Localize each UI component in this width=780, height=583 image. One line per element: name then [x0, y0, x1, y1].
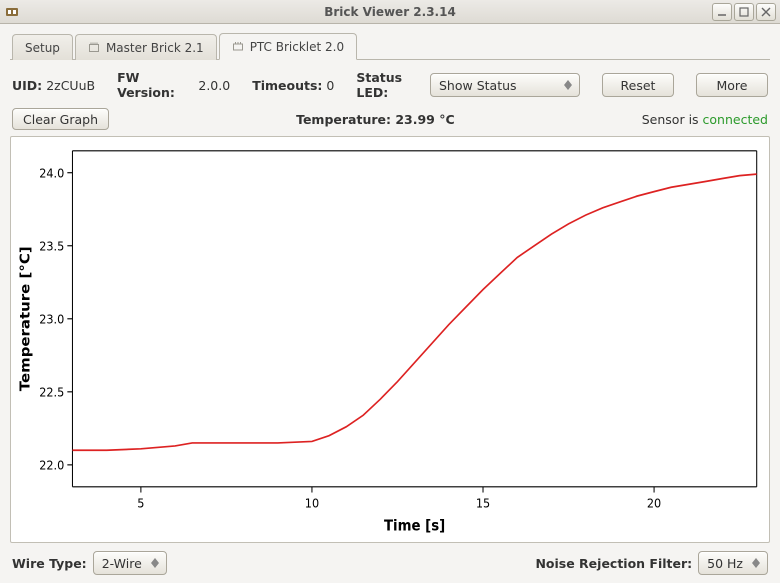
- uid-value: 2zCUuB: [46, 78, 95, 93]
- svg-text:22.0: 22.0: [39, 458, 64, 473]
- uid-label: UID:: [12, 78, 42, 93]
- noise-filter-select[interactable]: 50 Hz: [698, 551, 768, 575]
- status-led-label: Status LED:: [356, 70, 424, 100]
- tab-label: Master Brick 2.1: [106, 41, 204, 55]
- svg-text:24.0: 24.0: [39, 166, 64, 181]
- graph-header-row: Clear Graph Temperature: 23.99 °C Sensor…: [10, 108, 770, 136]
- svg-text:23.5: 23.5: [39, 239, 64, 254]
- button-label: Clear Graph: [23, 112, 98, 127]
- tab-ptc-bricklet[interactable]: PTC Bricklet 2.0: [219, 33, 357, 60]
- svg-text:20: 20: [647, 496, 661, 511]
- button-label: More: [717, 78, 748, 93]
- titlebar[interactable]: Brick Viewer 2.3.14: [0, 0, 780, 24]
- more-button[interactable]: More: [696, 73, 768, 97]
- content: Setup Master Brick 2.1 PTC Bricklet 2.0 …: [0, 24, 780, 583]
- app-icon: [4, 4, 20, 20]
- noise-filter-label: Noise Rejection Filter:: [535, 556, 692, 571]
- noise-filter-value: 50 Hz: [707, 556, 743, 571]
- timeouts-value: 0: [326, 78, 334, 93]
- window-title: Brick Viewer 2.3.14: [0, 5, 780, 19]
- status-led-value: Show Status: [439, 78, 555, 93]
- bottom-bar: Wire Type: 2-Wire Noise Rejection Filter…: [10, 543, 770, 575]
- close-button[interactable]: [756, 3, 776, 21]
- window-buttons: [712, 3, 776, 21]
- app-window: Brick Viewer 2.3.14 Setup Master Brick 2…: [0, 0, 780, 583]
- tab-label: Setup: [25, 41, 60, 55]
- temperature-chart: 22.0 22.5 23.0 23.5 24.0 5 10 15 20 Time [s] Tempe…: [10, 136, 770, 543]
- tab-master-brick[interactable]: Master Brick 2.1: [75, 34, 217, 60]
- uid-field: UID: 2zCUuB: [12, 78, 95, 93]
- svg-text:Temperature [°C]: Temperature [°C]: [18, 246, 33, 391]
- bricklet-icon: [232, 41, 244, 53]
- svg-text:23.0: 23.0: [39, 312, 64, 327]
- wiretype-select[interactable]: 2-Wire: [93, 551, 167, 575]
- clear-graph-button[interactable]: Clear Graph: [12, 108, 109, 130]
- svg-text:5: 5: [137, 496, 144, 511]
- minimize-button[interactable]: [712, 3, 732, 21]
- fw-version-field: FW Version: 2.0.0: [117, 70, 230, 100]
- temperature-readout: Temperature: 23.99 °C: [109, 112, 642, 127]
- button-label: Reset: [621, 78, 656, 93]
- sensor-status-value: connected: [703, 112, 768, 127]
- tab-setup[interactable]: Setup: [12, 34, 73, 60]
- maximize-button[interactable]: [734, 3, 754, 21]
- brick-icon: [88, 42, 100, 54]
- svg-text:22.5: 22.5: [39, 385, 64, 400]
- svg-text:15: 15: [476, 496, 490, 511]
- dropdown-arrows-icon: [148, 558, 162, 568]
- dropdown-arrows-icon: [749, 558, 763, 568]
- fw-value: 2.0.0: [198, 78, 230, 93]
- svg-text:Time [s]: Time [s]: [384, 518, 445, 535]
- status-led-field: Status LED: Show Status: [356, 70, 580, 100]
- tab-label: PTC Bricklet 2.0: [250, 40, 344, 54]
- wiretype-label: Wire Type:: [12, 556, 87, 571]
- timeouts-label: Timeouts:: [252, 78, 322, 93]
- status-led-select[interactable]: Show Status: [430, 73, 580, 97]
- reset-button[interactable]: Reset: [602, 73, 674, 97]
- sensor-status: Sensor is connected: [642, 112, 768, 127]
- info-row: UID: 2zCUuB FW Version: 2.0.0 Timeouts: …: [10, 60, 770, 108]
- timeouts-field: Timeouts: 0: [252, 78, 334, 93]
- dropdown-arrows-icon: [561, 80, 575, 90]
- wiretype-value: 2-Wire: [102, 556, 142, 571]
- tabbar: Setup Master Brick 2.1 PTC Bricklet 2.0: [10, 30, 770, 60]
- svg-text:10: 10: [305, 496, 319, 511]
- fw-label: FW Version:: [117, 70, 194, 100]
